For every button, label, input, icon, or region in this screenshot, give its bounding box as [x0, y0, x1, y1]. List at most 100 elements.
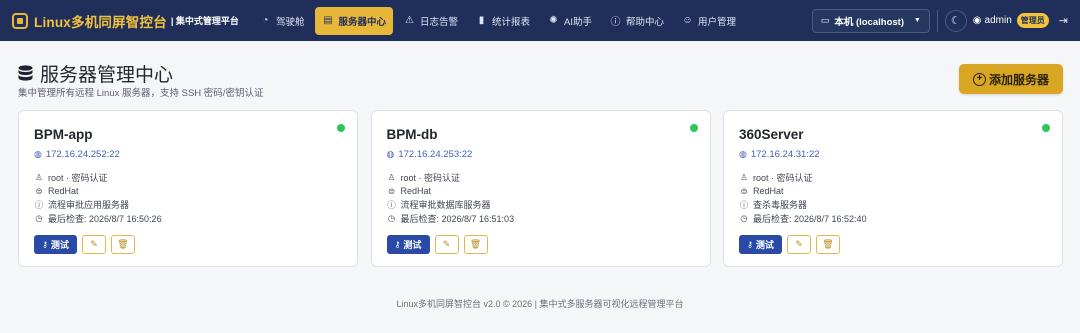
server-desc-text: 流程审批应用服务器 [48, 200, 130, 211]
server-info: ♙ root · 密码认证 ⊜ RedHat ⓘ 流程审批数据库服务器 ◷ 最后检查: … [387, 171, 695, 225]
user-icon: ♙ [387, 172, 396, 183]
users-icon: ☺ [682, 15, 693, 26]
status-online-icon [689, 124, 698, 132]
user-menu[interactable]: ◉ admin 管理员 [973, 13, 1049, 28]
chevron-down-icon: ▼ [913, 17, 921, 24]
main-nav: ◔ 驾驶舱 ▤ 服务器中心 ⚠ 日志告警 ▮ 统计报表 ✺ AI助手 ⓘ 帮助中… [253, 6, 747, 35]
nav-item-label: 服务器中心 [338, 16, 386, 28]
info-icon: ⓘ [34, 199, 44, 210]
info-icon: ⓘ [739, 199, 749, 210]
status-online-icon [1042, 124, 1050, 132]
server-address: ◍ 172.16.24.31:22 [739, 149, 1047, 160]
test-button[interactable]: ⚷ 测试 [739, 235, 782, 254]
test-label: 测试 [403, 240, 422, 250]
test-button[interactable]: ⚷ 测试 [34, 235, 77, 254]
brand[interactable]: Linux多机同屏智控台 | 集中式管理平台 [12, 11, 239, 31]
pencil-icon: ✎ [90, 239, 98, 249]
server-ip: 172.16.24.252:22 [45, 149, 120, 160]
key-icon: ⚷ [394, 240, 401, 249]
nav-item-help[interactable]: ⓘ 帮助中心 [603, 7, 671, 35]
add-server-button[interactable]: + 添加服务器 [959, 64, 1063, 94]
trash-icon: 🗑 [469, 239, 482, 249]
role-badge: 管理员 [1016, 13, 1049, 28]
os-icon: ⊜ [35, 185, 43, 196]
logout-icon[interactable]: ⇥ [1059, 14, 1068, 27]
edit-button[interactable]: ✎ [82, 235, 106, 254]
delete-button[interactable]: 🗑 [816, 235, 840, 254]
nav-item-label: 用户管理 [698, 16, 737, 28]
moon-icon: ☾ [950, 15, 961, 27]
help-icon: ⓘ [610, 17, 621, 28]
nav-item-reports[interactable]: ▮ 统计报表 [469, 7, 537, 35]
server-select[interactable]: ▭ 本机 (localhost) ▼ [811, 8, 930, 33]
brand-title: Linux多机同屏智控台 [34, 14, 167, 30]
server-desc-text: 流程审批数据库服务器 [400, 200, 491, 211]
nav-item-label: 统计报表 [491, 16, 530, 28]
ai-icon: ✺ [549, 15, 558, 26]
server-os-text: RedHat [48, 186, 79, 197]
server-card[interactable]: 360Server ◍ 172.16.24.31:22 ♙ root · 密码认证… [723, 110, 1063, 267]
server-info: ♙ root · 密码认证 ⊜ RedHat ⓘ 流程审批应用服务器 ◷ 最后检查: 2… [34, 171, 342, 225]
divider [936, 9, 938, 32]
nav-item-label: AI助手 [564, 16, 592, 28]
nav-item-ai-assistant[interactable]: ✺ AI助手 [541, 7, 599, 35]
os-icon: ⊜ [387, 185, 396, 196]
footer: Linux多机同屏智控台 v2.0 © 2026 | 集中式多服务器可视化远程管… [396, 299, 684, 309]
server-name: 360Server [739, 127, 804, 142]
trash-icon: 🗑 [822, 239, 834, 249]
server-desc-text: 查杀毒服务器 [753, 200, 808, 211]
page-title-text: 服务器管理中心 [40, 65, 174, 86]
server-card[interactable]: BPM-db ◍ 172.16.24.253:22 ♙ root · 密码认证 ⊜… [370, 110, 711, 267]
test-button[interactable]: ⚷ 测试 [386, 235, 430, 254]
server-card-list: BPM-app ◍ 172.16.24.252:22 ♙ root · 密码认证 … [18, 110, 1063, 267]
info-icon: ⓘ [387, 199, 396, 210]
database-icon [18, 65, 33, 81]
server-icon: ▤ [323, 15, 333, 26]
card-actions: ⚷ 测试 ✎ 🗑 [386, 235, 695, 254]
os-icon: ⊜ [740, 185, 748, 196]
nav-item-server-center[interactable]: ▤ 服务器中心 [315, 6, 393, 35]
warning-icon: ⚠ [404, 15, 414, 26]
user-icon: ♙ [740, 172, 748, 183]
server-auth-text: root · 密码认证 [753, 173, 813, 184]
server-auth-text: root · 密码认证 [48, 173, 108, 184]
server-ip: 172.16.24.31:22 [750, 149, 820, 160]
server-select-value: 本机 (localhost) [834, 16, 904, 28]
server-address: ◍ 172.16.24.252:22 [34, 149, 342, 160]
server-os: ⊜ RedHat [387, 185, 695, 199]
delete-button[interactable]: 🗑 [111, 235, 135, 254]
server-last-check: ◷ 最后检查: 2026/8/7 16:52:40 [739, 212, 1047, 226]
server-card[interactable]: BPM-app ◍ 172.16.24.252:22 ♙ root · 密码认证 … [18, 110, 358, 267]
server-desc: ⓘ 流程审批数据库服务器 [387, 198, 695, 212]
card-actions: ⚷ 测试 ✎ 🗑 [739, 235, 1047, 254]
nav-item-log-alerts[interactable]: ⚠ 日志告警 [397, 7, 465, 35]
brand-subtitle: | 集中式管理平台 [170, 16, 239, 26]
edit-button[interactable]: ✎ [434, 235, 459, 254]
nav-item-dashboard[interactable]: ◔ 驾驶舱 [253, 7, 312, 35]
trash-icon: 🗑 [117, 239, 129, 249]
theme-toggle-button[interactable]: ☾ [944, 9, 967, 32]
server-auth: ♙ root · 密码认证 [739, 171, 1047, 185]
key-icon: ⚷ [42, 240, 48, 249]
clock-icon: ◷ [35, 212, 43, 223]
user-icon: ♙ [35, 172, 43, 183]
top-navbar: Linux多机同屏智控台 | 集中式管理平台 ◔ 驾驶舱 ▤ 服务器中心 ⚠ 日… [0, 0, 1080, 41]
page-subtitle: 集中管理所有远程 Linux 服务器，支持 SSH 密码/密钥认证 [18, 88, 264, 99]
server-ip: 172.16.24.253:22 [398, 149, 473, 160]
delete-button[interactable]: 🗑 [463, 235, 488, 254]
nav-item-users[interactable]: ☺ 用户管理 [675, 7, 743, 35]
server-name: BPM-db [386, 127, 438, 142]
navbar-right: ▭ 本机 (localhost) ▼ ☾ ◉ admin 管理员 ⇥ [811, 0, 1068, 41]
server-info: ♙ root · 密码认证 ⊜ RedHat ⓘ 查杀毒服务器 ◷ 最后检查: 2026… [739, 171, 1047, 225]
key-icon: ⚷ [747, 240, 753, 249]
server-last-check-text: 最后检查: 2026/8/7 16:50:26 [48, 213, 162, 224]
nav-item-label: 帮助中心 [625, 16, 664, 28]
dashboard-icon: ◔ [262, 15, 269, 26]
server-os-text: RedHat [400, 186, 432, 197]
server-name: BPM-app [34, 127, 93, 142]
edit-button[interactable]: ✎ [787, 235, 811, 254]
page-title: 服务器管理中心 [18, 60, 173, 87]
server-os: ⊜ RedHat [739, 185, 1047, 199]
server-os-text: RedHat [753, 186, 784, 197]
clock-icon: ◷ [740, 212, 748, 223]
